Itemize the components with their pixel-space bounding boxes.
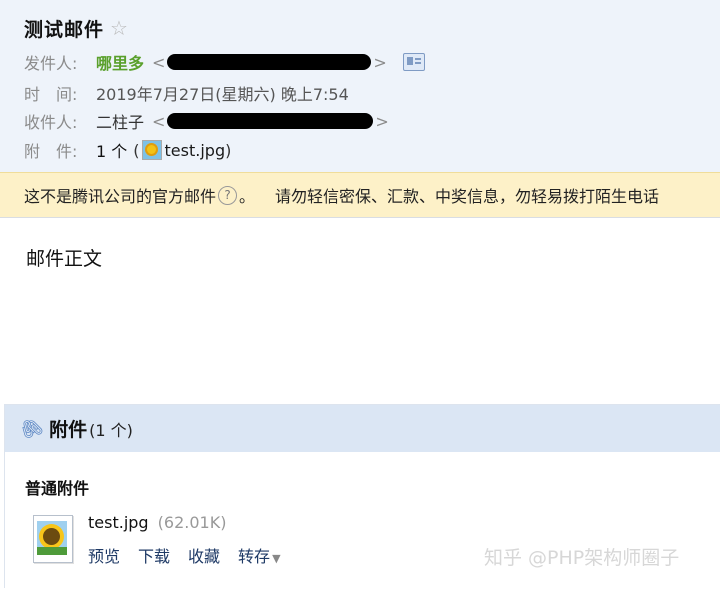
sender-open-bracket: < [152, 52, 166, 72]
sender-label: 发件人: [24, 54, 78, 73]
attachments-count: (1 个) [89, 420, 133, 440]
attachment-count: 1 个 [96, 142, 128, 161]
attachment-actions: 预览 下载 收藏 转存 ▼ [88, 543, 299, 567]
subject-row: 测试邮件 ☆ [24, 14, 128, 42]
recipient-open-bracket: < [152, 111, 166, 131]
chevron-down-icon: ▼ [272, 552, 281, 565]
attachment-file-size: (62.01K) [157, 513, 227, 532]
attachments-title: 附件 [49, 419, 88, 441]
sender-close-bracket: > [373, 52, 387, 72]
attachments-header: 🖇 附件 (1 个) [5, 405, 720, 452]
attachment-file-info: test.jpg (62.01K) [88, 513, 226, 532]
time-row: 时 间: 2019年7月27日(星期六) 晚上7:54 [24, 81, 349, 105]
preview-link[interactable]: 预览 [88, 543, 120, 567]
image-file-icon[interactable] [33, 515, 73, 563]
sender-email-redacted [167, 54, 372, 70]
download-link[interactable]: 下载 [138, 543, 170, 567]
paperclip-icon: 🖇 [15, 413, 48, 445]
watermark: 知乎 @PHP架构师圈子 [484, 547, 680, 569]
warning-official-text: 这不是腾讯公司的官方邮件 [24, 187, 217, 206]
attachment-link[interactable]: test.jpg [165, 141, 226, 160]
recipient-close-bracket: > [375, 111, 389, 131]
sender-name[interactable]: 哪里多 [96, 50, 144, 74]
recipient-email-redacted [167, 113, 374, 129]
mail-subject: 测试邮件 [24, 18, 105, 41]
attachment-label: 附 件: [24, 142, 78, 161]
help-icon[interactable]: ? [218, 185, 238, 205]
save-to-label: 转存 [238, 547, 271, 566]
security-warning-bar: 这不是腾讯公司的官方邮件 ? 。 请勿轻信密保、汇款、中奖信息，勿轻易拨打陌生电… [0, 172, 720, 218]
contact-card-icon[interactable] [402, 53, 425, 71]
normal-attachments-title: 普通附件 [25, 479, 90, 498]
save-to-dropdown[interactable]: 转存 ▼ [238, 543, 280, 567]
attachment-file-name[interactable]: test.jpg [88, 513, 149, 532]
recipient-label: 收件人: [24, 113, 78, 132]
warning-period: 。 [239, 187, 256, 206]
attachment-row: 附 件: 1 个 ( test.jpg ) [24, 138, 231, 162]
sent-time: 2019年7月27日(星期六) 晚上7:54 [96, 85, 349, 104]
image-thumbnail-icon [141, 140, 162, 160]
mail-header: 测试邮件 ☆ 发件人: 哪里多 < > 时 间: 2019年7月27日(星期六)… [0, 0, 720, 172]
warning-advice-text: 请勿轻信密保、汇款、中奖信息，勿轻易拨打陌生电话 [275, 187, 660, 206]
sender-row: 发件人: 哪里多 < > [24, 50, 425, 74]
time-label: 时 间: [24, 85, 78, 104]
mail-body: 邮件正文 [26, 248, 103, 270]
recipient-name[interactable]: 二柱子 [96, 109, 144, 133]
recipient-row: 收件人: 二柱子 < > [24, 109, 389, 133]
star-icon[interactable]: ☆ [110, 16, 128, 40]
favorite-link[interactable]: 收藏 [188, 543, 220, 567]
